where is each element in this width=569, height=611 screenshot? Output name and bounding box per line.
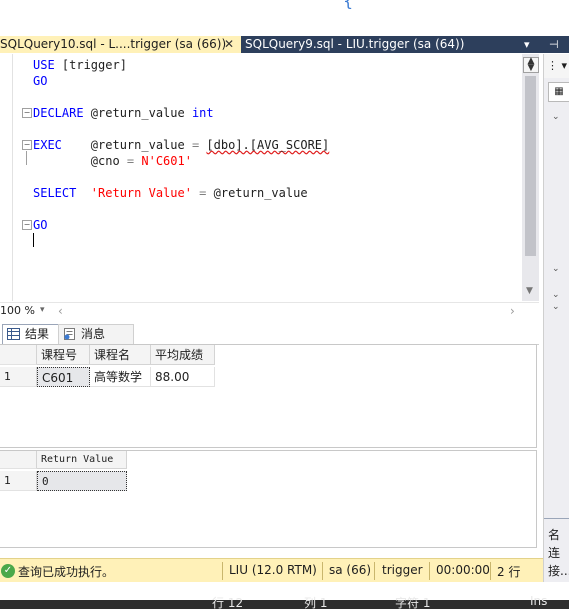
code-line-select: SELECT 'Return Value' = @return_value (33, 186, 308, 200)
grid-corner (0, 451, 37, 469)
text-caret (33, 233, 34, 247)
tab-sqlquery9-label: SQLQuery9.sql - LIU.trigger (sa (64)) (245, 37, 465, 51)
window-top-strip: { (0, 0, 569, 36)
code-line-go-1: GO (33, 74, 48, 88)
message-icon (64, 328, 75, 340)
status-user: sa (66) (329, 563, 372, 577)
status-message: 查询已成功执行。 (18, 565, 115, 579)
zoom-dropdown-icon[interactable]: ▾ (40, 305, 45, 315)
chevron-down-icon[interactable]: ⌄ (552, 302, 560, 312)
row-number[interactable]: 1 (0, 367, 37, 387)
scroll-left-icon[interactable]: ‹ (58, 304, 63, 318)
chevron-down-icon[interactable]: ⌄ (552, 112, 560, 122)
status-separator (322, 562, 323, 580)
status-separator (490, 562, 491, 580)
status-bar: ✓ 查询已成功执行。 LIU (12.0 RTM) sa (66) trigge… (0, 558, 543, 583)
editor-gutter (12, 54, 13, 301)
code-line-param: @cno = N'C601' (33, 154, 192, 168)
code-line-go-2: GO (33, 218, 48, 232)
fold-toggle-declare[interactable]: − (22, 108, 32, 118)
tab-sqlquery9[interactable]: SQLQuery9.sql - LIU.trigger (sa (64)) (245, 36, 464, 53)
cursor-column: 列 1 (304, 596, 328, 610)
code-line-exec: EXEC @return_value = [dbo].[AVG_SCORE] (33, 138, 330, 152)
chevron-down-icon[interactable]: ⌄ (552, 264, 560, 274)
table-cell-avg-score[interactable]: 88.00 (151, 367, 215, 387)
editor-vertical-scrollbar[interactable]: ▲ ▼ ▼ (522, 54, 539, 301)
cursor-line: 行 12 (212, 596, 244, 610)
pin-icon[interactable]: ⊣ (549, 36, 559, 53)
tab-results-label: 结果 (25, 327, 50, 341)
tab-sqlquery10-label: SQLQuery10.sql - L....trigger (sa (66)) (0, 37, 227, 51)
cursor-char: 字符 1 (395, 596, 431, 610)
status-separator (222, 562, 223, 580)
editor-footer-row: 100 % ▾ ‹ › (0, 302, 539, 321)
fold-toggle-exec[interactable]: − (22, 140, 32, 150)
scroll-right-icon[interactable]: › (510, 304, 515, 318)
row-number[interactable]: 1 (0, 471, 37, 491)
split-scroll-button[interactable]: ▲ ▼ (523, 57, 539, 73)
table-cell-course-name[interactable]: 高等数学 (90, 367, 151, 387)
code-line-declare: DECLARE @return_value int (33, 106, 214, 120)
tab-messages[interactable]: 消息 (58, 324, 134, 344)
tab-messages-label: 消息 (81, 327, 106, 341)
tab-dropdown-icon[interactable]: ▾ (524, 36, 530, 53)
column-header-course-name[interactable]: 课程名 (90, 345, 151, 365)
status-rows: 2 行 (497, 565, 521, 579)
tab-sqlquery10[interactable]: SQLQuery10.sql - L....trigger (sa (66)) … (0, 36, 241, 53)
table-cell-course-id[interactable]: C601 (37, 367, 90, 387)
properties-side-panel: ⋮ ▾ ▦ ⌄ ⌄ ⌄ ⌄ 名连接... (543, 54, 569, 609)
column-header-course-id[interactable]: 课程号 (37, 345, 90, 365)
chevron-down-icon[interactable]: ⌄ (552, 290, 560, 300)
results-grid-1: 课程号 课程名 平均成绩 1 C601 高等数学 88.00 (0, 344, 537, 448)
insert-mode: Ins (530, 594, 548, 608)
close-tab-icon[interactable]: ✕ (224, 36, 234, 53)
column-header-return-value[interactable]: Return Value (37, 451, 127, 469)
categorized-view-icon[interactable]: ▦ (548, 82, 569, 102)
code-line-use: USE [trigger] (33, 58, 127, 72)
status-database: trigger (382, 563, 423, 577)
grid-icon (7, 328, 20, 340)
panel-menu-icon[interactable]: ⋮ ▾ (544, 54, 569, 78)
fold-toggle-go[interactable]: − (22, 220, 32, 230)
status-separator (374, 562, 375, 580)
status-elapsed: 00:00:00 (436, 563, 490, 577)
sql-editor[interactable]: USE [trigger] GO − DECLARE @return_value… (0, 54, 522, 301)
fold-line-exec (26, 151, 27, 165)
brace-fragment-icon: { (343, 0, 354, 10)
editor-status-strip (0, 600, 569, 609)
scroll-down-icon[interactable]: ▼ (526, 286, 533, 296)
zoom-level[interactable]: 100 % (0, 304, 35, 317)
panel-divider (544, 518, 569, 519)
column-header-avg-score[interactable]: 平均成绩 (151, 345, 215, 365)
status-separator (429, 562, 430, 580)
table-cell-return-value[interactable]: 0 (37, 471, 127, 491)
grid-corner (0, 345, 37, 365)
status-server: LIU (12.0 RTM) (229, 563, 317, 577)
document-tab-bar: SQLQuery10.sql - L....trigger (sa (66)) … (0, 36, 569, 53)
results-tab-strip: 结果 消息 (0, 322, 539, 345)
results-grid-2: Return Value 1 0 (0, 450, 537, 548)
scroll-thumb[interactable] (525, 76, 536, 256)
panel-name-label: 名连接... (548, 528, 569, 578)
success-check-icon: ✓ (1, 564, 15, 578)
